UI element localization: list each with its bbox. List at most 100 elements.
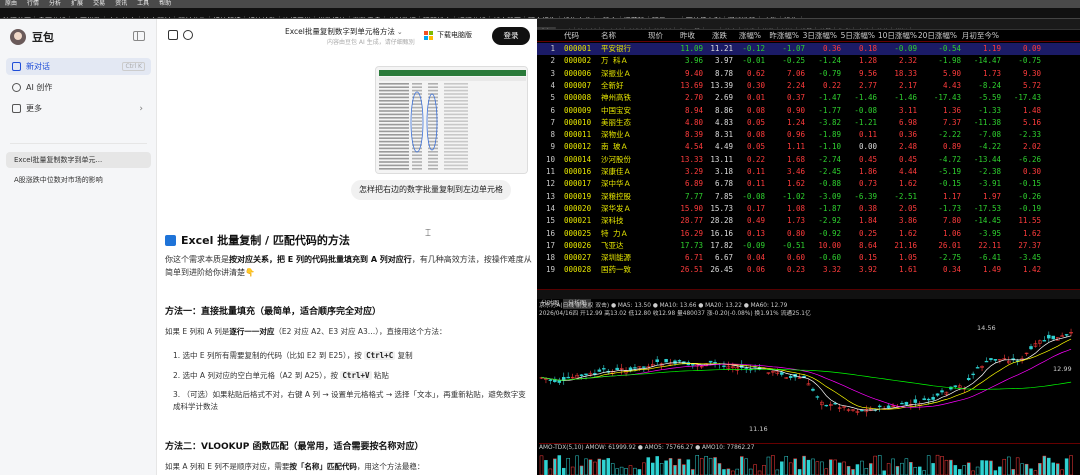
volume-bar bbox=[784, 456, 788, 475]
quote-cell: 0.18 bbox=[858, 44, 877, 53]
column-header[interactable]: 涨幅% bbox=[729, 30, 761, 42]
volume-bar bbox=[913, 466, 918, 475]
quote-row[interactable]: 17 000026 飞亚达 17.73 17.82 -0.09 -0.51 10.00 8.64… bbox=[537, 240, 1080, 252]
quote-row[interactable]: 10 000014 沙河股份 13.33 13.11 0.22 1.68 -2.74 0.45 0… bbox=[537, 154, 1080, 166]
quote-cell: -7.08 bbox=[978, 130, 1001, 140]
column-header[interactable]: 月初至今% bbox=[957, 30, 999, 42]
quote-row[interactable]: 8 000011 深物业Ａ 8.39 8.31 0.08 0.96 -1.89 0.11 0.36… bbox=[537, 129, 1080, 141]
quote-cell: 2.02 bbox=[1022, 142, 1041, 152]
quote-cell: -2.38 bbox=[978, 167, 1001, 176]
quote-row[interactable]: 1 000001 平安银行 11.09 11.21 -0.12 -1.07 0.36 0.18 -… bbox=[537, 43, 1080, 55]
ai-create-button[interactable]: AI 创作 bbox=[6, 79, 151, 96]
kline-candle bbox=[984, 360, 989, 363]
quote-cell: 3.92 bbox=[858, 265, 877, 275]
menu-item[interactable]: 扩展 bbox=[66, 0, 88, 8]
column-header[interactable]: 5日涨幅% bbox=[839, 30, 875, 42]
quote-cell: 0.17 bbox=[746, 203, 765, 213]
menu-item[interactable]: 分析 bbox=[44, 0, 66, 8]
column-header[interactable]: 昨涨幅% bbox=[763, 30, 799, 42]
quote-cell: 0.13 bbox=[746, 228, 765, 238]
spreadsheet-thumbnail bbox=[376, 67, 527, 173]
quote-cell: 0.09 bbox=[1022, 44, 1041, 53]
login-button[interactable]: 登录 bbox=[492, 27, 530, 45]
collapse-sidebar-icon[interactable] bbox=[133, 31, 145, 41]
download-desktop-button[interactable]: 下载电脑版 bbox=[424, 30, 472, 40]
menu-item[interactable]: 资讯 bbox=[110, 0, 132, 8]
volume-bar bbox=[771, 455, 775, 475]
quote-row[interactable]: 5 000008 神州高铁 2.70 2.69 0.01 0.37 -1.47 -1.46 -1.… bbox=[537, 92, 1080, 104]
quote-row[interactable]: 19 000028 国药一致 26.51 26.45 0.06 0.23 3.32 3.92 1.… bbox=[537, 264, 1080, 276]
quote-row[interactable]: 3 000006 深振业Ａ 9.40 8.78 0.62 7.06 -0.79 9.56 18.3… bbox=[537, 68, 1080, 80]
thumb-cell bbox=[412, 117, 422, 119]
quote-row[interactable]: 16 000025 特 力Ａ 16.29 16.16 0.13 0.80 -0.92 0.25 1… bbox=[537, 228, 1080, 240]
quote-cell: 0.25 bbox=[858, 228, 877, 238]
volume-bar bbox=[553, 458, 557, 475]
volume-chart[interactable] bbox=[537, 452, 1080, 475]
column-header[interactable]: 3日涨幅% bbox=[801, 30, 837, 42]
kline-candle bbox=[597, 369, 602, 372]
thumb-cell bbox=[412, 147, 422, 150]
m1-desc-text: （E2 对应 A2、E3 对应 A3…），直接用这个方法： bbox=[274, 327, 447, 336]
history-item[interactable]: Excel批量复制数字到单元... bbox=[6, 152, 151, 168]
menu-item[interactable]: 帮助 bbox=[154, 0, 176, 8]
quote-cell: 1.97 bbox=[982, 191, 1001, 201]
quote-cell: -3.95 bbox=[978, 228, 1001, 238]
kline-candle bbox=[780, 372, 784, 375]
uploaded-screenshot-image[interactable] bbox=[375, 66, 528, 174]
more-button[interactable]: 更多 › bbox=[6, 100, 151, 117]
menu-item[interactable]: 行情 bbox=[22, 0, 44, 8]
sidebar-toggle-icon[interactable] bbox=[168, 30, 178, 40]
history-item[interactable]: A股涨跌中位数对市场的影响 bbox=[6, 172, 151, 188]
kline-candle bbox=[566, 376, 570, 379]
quote-row[interactable]: 6 000009 中国宝安 8.94 8.86 0.08 0.90 -1.77 -0.08 3.1… bbox=[537, 105, 1080, 117]
column-header[interactable]: 昨收 bbox=[665, 30, 695, 42]
column-header[interactable]: 10日涨幅% bbox=[877, 30, 917, 42]
stock-name: 特 力Ａ bbox=[601, 228, 629, 238]
menu-item[interactable]: 交易 bbox=[88, 0, 110, 8]
column-header[interactable]: 涨跌 bbox=[697, 30, 727, 42]
quote-cell: -1.73 bbox=[938, 203, 961, 213]
column-header[interactable]: 现价 bbox=[633, 30, 663, 42]
quote-row[interactable]: 2 000002 万 科Ａ 3.96 3.97 -0.01 -0.25 -1.24 1.28 2.… bbox=[537, 55, 1080, 67]
stock-code: 000020 bbox=[564, 203, 592, 213]
app-logo[interactable]: 豆包 bbox=[10, 29, 54, 45]
stock-code: 000017 bbox=[564, 179, 592, 189]
quote-row[interactable]: 18 000027 深圳能源 6.71 6.67 0.04 0.60 -0.60 0.15 1.0… bbox=[537, 252, 1080, 264]
volume-bar bbox=[869, 463, 873, 475]
new-chat-button[interactable]: 新对话 Ctrl K bbox=[6, 58, 151, 75]
quote-cell: 0.30 bbox=[746, 80, 765, 90]
thumb-cell bbox=[444, 113, 468, 116]
thumb-cell bbox=[444, 103, 468, 105]
kline-candle bbox=[1029, 346, 1033, 350]
edit-icon[interactable] bbox=[183, 30, 193, 40]
thumb-cell bbox=[412, 93, 422, 95]
column-header[interactable]: 20日涨幅% bbox=[917, 30, 957, 42]
stock-code: 000021 bbox=[564, 216, 592, 226]
quote-row[interactable]: 13 000019 深粮控股 7.77 7.85 -0.08 -1.02 -3.09 -6.39… bbox=[537, 191, 1080, 203]
quote-cell: 2.70 bbox=[684, 93, 703, 103]
kline-chart[interactable] bbox=[537, 315, 1080, 443]
quote-cell: 1.06 bbox=[942, 228, 961, 238]
quote-row[interactable]: 14 000020 深华发Ａ 15.90 15.73 0.17 1.08 -1.87 0.38 2… bbox=[537, 203, 1080, 215]
kline-candle bbox=[1051, 335, 1055, 340]
quote-cell: 2.48 bbox=[898, 142, 917, 152]
quote-row[interactable]: 4 000007 全新好 13.69 13.39 0.30 2.24 0.22 2.77 2.17… bbox=[537, 80, 1080, 92]
volume-bar bbox=[846, 466, 851, 475]
quote-cell: 28.77 bbox=[680, 216, 703, 226]
quote-row[interactable]: 7 000010 美丽生态 4.80 4.83 0.05 1.24 -3.82 -1.21 6.9… bbox=[537, 117, 1080, 129]
column-header[interactable]: 代码 bbox=[564, 30, 594, 42]
volume-bar bbox=[602, 459, 606, 475]
chat-title[interactable]: Excel批量复制数字到单元格方法 ⌄ bbox=[285, 26, 403, 37]
price-last-label: 12.99 bbox=[1053, 365, 1072, 373]
volume-bar bbox=[918, 466, 922, 475]
volume-bar bbox=[984, 460, 989, 475]
quote-cell: 4.54 bbox=[684, 142, 703, 152]
quote-row[interactable]: 9 000012 南 玻Ａ 4.54 4.49 0.05 1.11 -1.10 0.00 2.48… bbox=[537, 141, 1080, 153]
menu-item[interactable]: 工具 bbox=[132, 0, 154, 8]
quote-row[interactable]: 12 000017 深中华Ａ 6.89 6.78 0.11 1.62 -0.88 0.73 1.6… bbox=[537, 178, 1080, 190]
quote-row[interactable]: 15 000021 深科技 28.77 28.28 0.49 1.73 -2.92 1.84 3.… bbox=[537, 215, 1080, 227]
thumb-cell bbox=[444, 127, 468, 129]
quote-row[interactable]: 11 000016 深康佳Ａ 3.29 3.18 0.11 3.46 -2.45 1.86 4.4… bbox=[537, 166, 1080, 178]
menu-item[interactable]: 原由 bbox=[0, 0, 22, 8]
volume-bar bbox=[877, 455, 882, 475]
